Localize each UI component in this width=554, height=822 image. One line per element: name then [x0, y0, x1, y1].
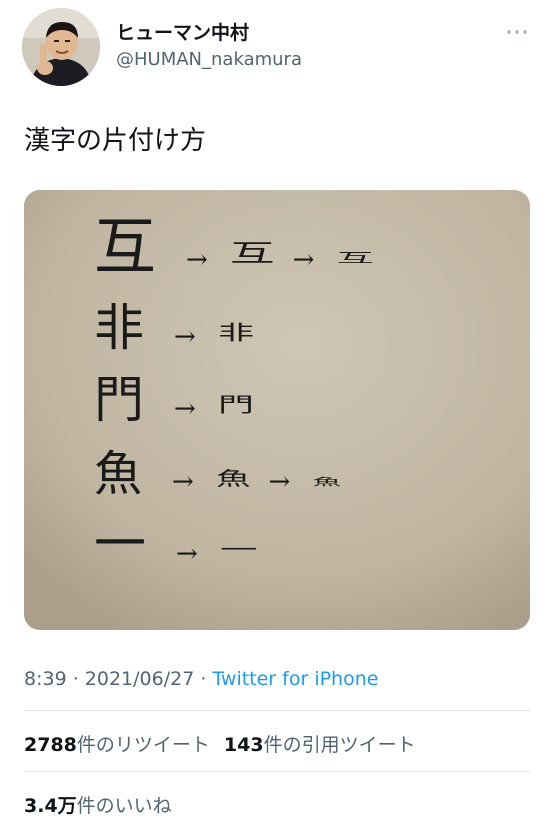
kanji-mark: 魚 [94, 446, 142, 502]
kanji-mark: 互 [94, 210, 156, 283]
meta-separator: · [194, 668, 213, 690]
kanji-mark: 互 [230, 239, 275, 267]
arrow-mark: → [269, 467, 291, 497]
likes-stat[interactable]: 3.4万件のいいね [24, 795, 172, 817]
more-options-button[interactable] [500, 20, 534, 44]
kanji-mark: 門 [218, 393, 254, 416]
arrow-mark: → [174, 394, 196, 424]
tweet-source-link[interactable]: Twitter for iPhone [212, 668, 378, 690]
tweet-time[interactable]: 8:39 [24, 668, 67, 690]
tweet-detail: ヒューマン中村 @HUMAN_nakamura 漢字の片付け方 互 → 互 → 互非 → 非… [0, 0, 554, 822]
divider [24, 771, 530, 772]
kanji-mark: 魚 [216, 467, 251, 489]
arrow-mark: → [186, 245, 208, 275]
kanji-mark: 非 [218, 321, 254, 344]
retweets-label: 件のリツイート [76, 734, 210, 756]
divider [24, 710, 530, 711]
display-name[interactable]: ヒューマン中村 [116, 18, 249, 45]
likes-stats: 3.4万件のいいね [24, 791, 172, 818]
kanji-mark: 一 [94, 515, 146, 575]
retweets-stat[interactable]: 2788件のリツイート [24, 734, 210, 756]
kanji-mark: 門 [94, 371, 144, 429]
tweet-meta: 8:39 · 2021/06/27 · Twitter for iPhone [24, 668, 378, 690]
user-handle[interactable]: @HUMAN_nakamura [116, 49, 302, 70]
tweet-date[interactable]: 2021/06/27 [85, 668, 195, 690]
kanji-mark: 互 [337, 250, 374, 265]
avatar[interactable] [22, 8, 100, 86]
meta-separator: · [66, 668, 85, 690]
quotes-count: 143 [223, 734, 264, 756]
kanji-mark: 一 [220, 538, 257, 562]
quotes-label: 件の引用ツイート [263, 734, 416, 756]
arrow-mark: → [176, 539, 198, 569]
arrow-mark: → [172, 467, 194, 497]
engagement-stats: 2788件のリツイート 143件の引用ツイート [24, 730, 416, 757]
kanji-mark: 非 [94, 299, 144, 357]
more-horizontal-icon [507, 30, 527, 34]
tweet-text: 漢字の片付け方 [24, 126, 207, 156]
profile-photo [22, 8, 100, 86]
kanji-mark: 魚 [313, 477, 342, 489]
likes-count: 3.4万 [24, 795, 77, 817]
likes-label: 件のいいね [76, 795, 172, 817]
retweets-count: 2788 [24, 734, 77, 756]
handwritten-kanji-photo: 互 → 互 → 互非 → 非門 → 門魚 → 魚 → 魚一 → 一 [24, 190, 530, 630]
arrow-mark: → [293, 245, 315, 275]
tweet-image[interactable]: 互 → 互 → 互非 → 非門 → 門魚 → 魚 → 魚一 → 一 [24, 190, 530, 630]
quotes-stat[interactable]: 143件の引用ツイート [224, 734, 416, 756]
arrow-mark: → [174, 322, 196, 352]
